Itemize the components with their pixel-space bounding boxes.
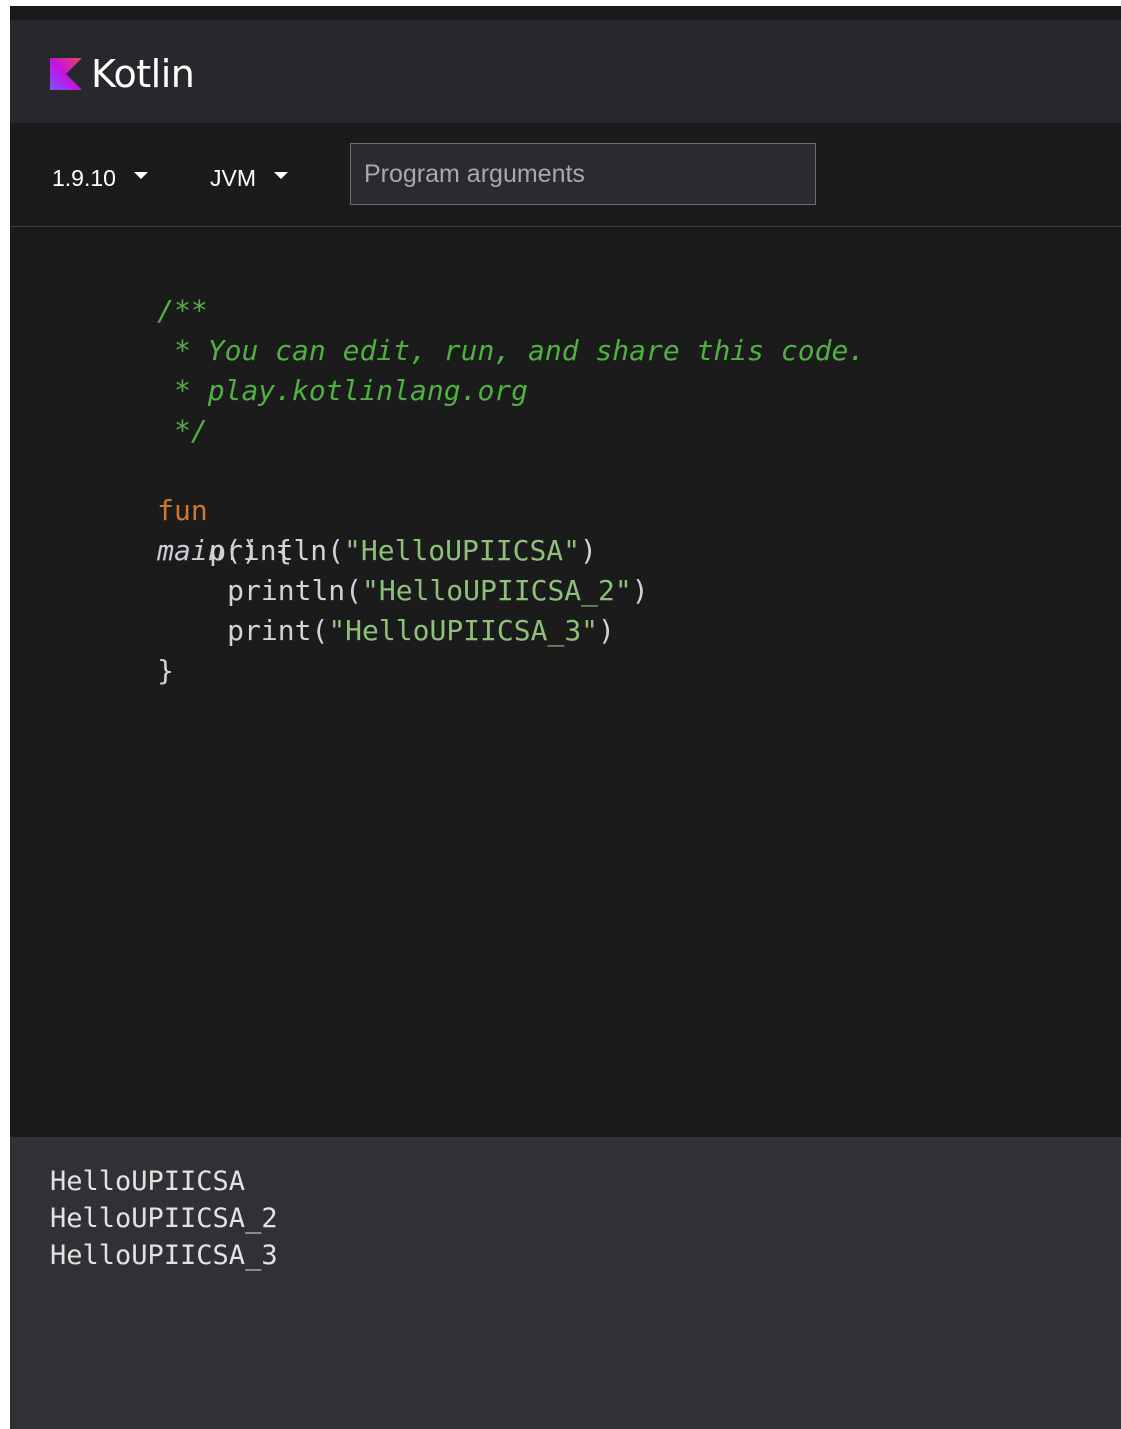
code-comment: * play.kotlinlang.org: [157, 374, 529, 407]
code-text: ): [631, 574, 649, 607]
kotlin-version-dropdown[interactable]: 1.9.10: [52, 165, 148, 192]
chevron-down-icon: [133, 172, 148, 179]
output-line: HelloUPIICSA: [50, 1166, 246, 1197]
code-text: ): [598, 614, 615, 647]
kotlin-logo-icon: [50, 58, 82, 90]
output-line: HelloUPIICSA_2: [50, 1203, 278, 1234]
target-platform-dropdown[interactable]: JVM: [210, 165, 288, 192]
kotlin-logo[interactable]: Kotlin: [50, 52, 195, 96]
kotlin-playground-window: Kotlin 1.9.10 JVM /** * You can edit, ru…: [10, 6, 1121, 1429]
output-panel: HelloUPIICSA HelloUPIICSA_2 HelloUPIICSA…: [10, 1137, 1121, 1429]
logo-text: Kotlin: [91, 52, 195, 96]
program-arguments-input[interactable]: [350, 143, 816, 205]
toolbar: 1.9.10 JVM: [10, 123, 1121, 227]
code-line: print("HelloUPIICSA_3"): [126, 571, 615, 691]
chevron-down-icon: [274, 172, 288, 179]
code-editor[interactable]: /** * You can edit, run, and share this …: [10, 227, 1121, 1137]
code-string: "HelloUPIICSA_3": [328, 614, 599, 647]
top-strip: [10, 6, 1121, 20]
version-label: 1.9.10: [52, 165, 116, 191]
code-text: }: [157, 654, 175, 687]
target-label: JVM: [210, 165, 256, 191]
app-header: Kotlin: [10, 20, 1121, 123]
code-call: print(: [227, 614, 329, 647]
code-line: }: [56, 611, 174, 731]
code-comment: */: [157, 414, 208, 447]
output-line: HelloUPIICSA_3: [50, 1240, 278, 1271]
